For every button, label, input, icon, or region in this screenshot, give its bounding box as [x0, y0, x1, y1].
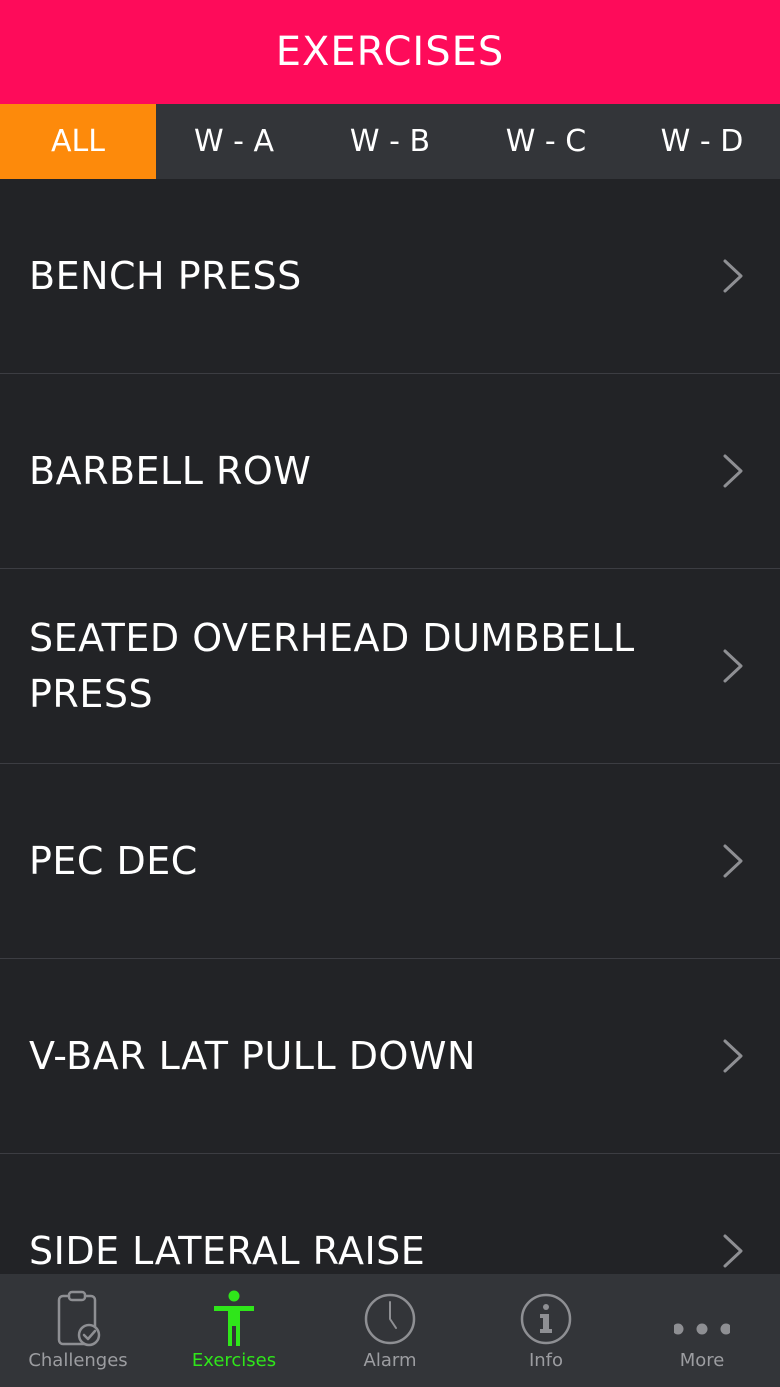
tabbar-label: More	[679, 1350, 725, 1371]
exercise-label: V-BAR LAT PULL DOWN	[29, 1034, 476, 1078]
chevron-right-icon	[723, 1234, 743, 1268]
tabbar-label: Info	[528, 1350, 564, 1371]
exercise-label: SIDE LATERAL RAISE	[29, 1229, 426, 1273]
person-icon	[214, 1290, 254, 1346]
tab-label: W - A	[193, 124, 275, 159]
info-icon	[520, 1293, 572, 1345]
exercise-row-pec-dec[interactable]: PEC DEC	[0, 764, 780, 959]
segment-tabs: ALL W - A W - B W - C W - D	[0, 104, 780, 179]
tab-w-b[interactable]: W - B	[312, 104, 468, 179]
navigation-header: EXERCISES	[0, 0, 780, 104]
exercise-row-bench-press[interactable]: BENCH PRESS	[0, 179, 780, 374]
more-dots-icon	[674, 1323, 730, 1335]
exercise-row-barbell-row[interactable]: BARBELL ROW	[0, 374, 780, 569]
tabbar-label: Exercises	[191, 1350, 277, 1371]
exercise-label: SEATED OVERHEAD DUMBBELL PRESS	[29, 616, 635, 716]
tabbar-item-alarm[interactable]: Alarm	[312, 1274, 468, 1387]
bottom-tab-bar: Challenges Exercises Alarm Info More	[0, 1274, 780, 1387]
tabbar-label: Challenges	[28, 1350, 128, 1371]
exercise-row-side-lateral-raise[interactable]: SIDE LATERAL RAISE	[0, 1154, 780, 1274]
chevron-right-icon	[723, 1039, 743, 1073]
tab-w-a[interactable]: W - A	[156, 104, 312, 179]
exercises-screen: EXERCISES ALL W - A W - B W - C W - D BE…	[0, 0, 780, 1387]
tab-label: W - B	[349, 124, 431, 159]
exercise-list[interactable]: BENCH PRESS BARBELL ROW SEATED OVERHEAD …	[0, 179, 780, 1274]
exercise-row-v-bar-lat-pull-down[interactable]: V-BAR LAT PULL DOWN	[0, 959, 780, 1154]
tab-label: ALL	[51, 124, 105, 159]
tabbar-item-info[interactable]: Info	[468, 1274, 624, 1387]
exercise-label: BENCH PRESS	[29, 254, 302, 298]
page-title: EXERCISES	[275, 29, 505, 75]
chevron-right-icon	[723, 844, 743, 878]
chevron-right-icon	[723, 259, 743, 293]
tabbar-item-challenges[interactable]: Challenges	[0, 1274, 156, 1387]
tabbar-label: Alarm	[363, 1350, 417, 1371]
exercise-row-seated-overhead-dumbbell-press[interactable]: SEATED OVERHEAD DUMBBELL PRESS	[0, 569, 780, 764]
clock-icon	[364, 1293, 416, 1345]
exercise-label: BARBELL ROW	[29, 449, 312, 493]
tabbar-item-more[interactable]: More	[624, 1274, 780, 1387]
tab-all[interactable]: ALL	[0, 104, 156, 179]
tab-w-d[interactable]: W - D	[624, 104, 780, 179]
tab-label: W - D	[660, 124, 744, 159]
chevron-right-icon	[723, 649, 743, 683]
clipboard-check-icon	[57, 1290, 101, 1347]
tab-label: W - C	[505, 124, 587, 159]
tabbar-item-exercises[interactable]: Exercises	[156, 1274, 312, 1387]
exercise-label: PEC DEC	[29, 839, 198, 883]
chevron-right-icon	[723, 454, 743, 488]
tab-w-c[interactable]: W - C	[468, 104, 624, 179]
